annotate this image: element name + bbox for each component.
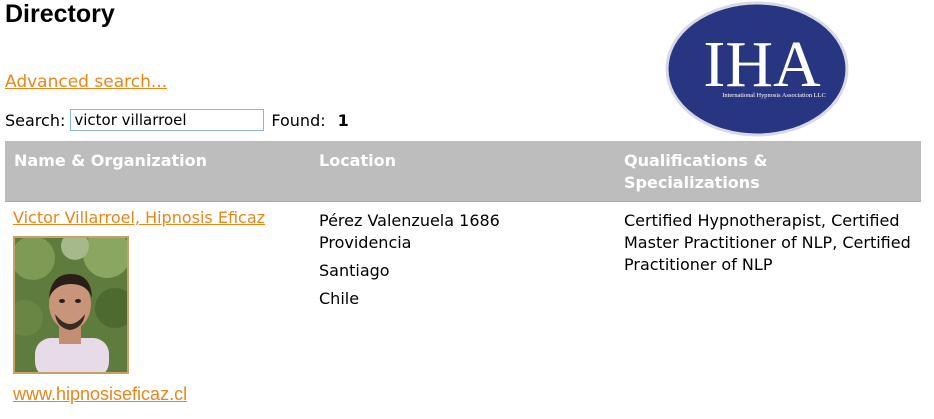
search-row: Search: Found: 1 [5, 107, 349, 133]
header-qualifications: Qualifications & Specializations [624, 150, 824, 194]
found-count: 1 [337, 110, 349, 130]
member-website-link[interactable]: www.hipnosiseficaz.cl [13, 384, 187, 405]
logo-letters: IHA [703, 28, 821, 101]
header-qualifications-line2: Specializations [624, 173, 760, 192]
found-label: Found: [271, 110, 326, 130]
iha-logo: IHA International Hypnosis Association L… [665, 1, 849, 137]
header-qualifications-line1: Qualifications & [624, 151, 768, 170]
table-row: Victor Villarroel, Hipnosis Eficaz www.h… [5, 202, 921, 419]
member-qualifications: Certified Hypnotherapist, Certified Mast… [624, 210, 920, 276]
member-location: Pérez Valenzuela 1686 Providencia Santia… [319, 210, 500, 310]
advanced-search-link[interactable]: Advanced search... [5, 72, 167, 92]
search-label: Search: [5, 110, 66, 130]
address-country: Chile [319, 289, 360, 308]
search-input[interactable] [70, 109, 265, 131]
address-city: Santiago [319, 261, 390, 280]
header-name-organization: Name & Organization [14, 151, 208, 170]
header-location: Location [319, 151, 396, 170]
logo-caption: International Hypnosis Association LLC [722, 92, 825, 99]
member-photo-image [15, 238, 127, 372]
qualifications-line1: Certified Hypnotherapist, Certified [624, 211, 900, 230]
qualifications-line2: Master Practitioner of NLP, Certified [624, 233, 911, 252]
table-header: Name & Organization Location Qualificati… [5, 141, 921, 202]
qualifications-line3: Practitioner of NLP [624, 255, 773, 274]
address-line1: Pérez Valenzuela 1686 [319, 211, 500, 230]
member-name-link[interactable]: Victor Villarroel, Hipnosis Eficaz [13, 208, 265, 227]
page-title: Directory [5, 0, 115, 28]
member-photo[interactable] [13, 236, 129, 374]
address-line2: Providencia [319, 233, 412, 252]
